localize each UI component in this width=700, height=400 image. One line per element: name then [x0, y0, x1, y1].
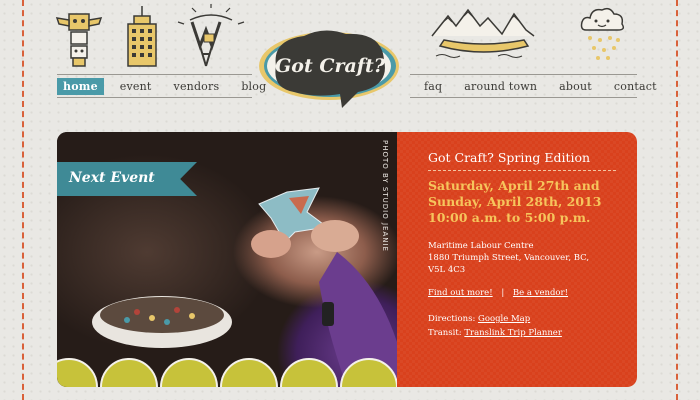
nav-rule-left-bottom — [57, 97, 252, 98]
nav-item-event[interactable]: event — [114, 78, 158, 95]
directions-label: Directions: — [428, 314, 476, 324]
venue-address-1: 1880 Triumph Street, Vancouver, BC, — [428, 253, 590, 263]
venue: Maritime Labour Centre 1880 Triumph Stre… — [428, 240, 628, 276]
stitch-border-left — [22, 0, 24, 400]
be-a-vendor-link[interactable]: Be a vendor! — [513, 288, 568, 298]
nav-left: home event vendors blog — [57, 76, 282, 96]
transit-label: Transit: — [428, 328, 462, 338]
event-title-divider — [428, 170, 616, 171]
event-time: 10:00 a.m. to 5:00 p.m. — [428, 210, 591, 225]
nav-rule-right-bottom — [410, 97, 637, 98]
nav-item-vendors[interactable]: vendors — [168, 78, 226, 95]
site-logo[interactable]: Got Craft? — [254, 22, 404, 112]
link-separator: | — [501, 288, 505, 298]
nav-item-home[interactable]: home — [57, 77, 104, 95]
photo-credit: PHOTO BY STUDIO JEANIE — [381, 140, 389, 252]
scallop-decoration — [57, 358, 397, 387]
cloud-rain-icon — [578, 6, 628, 66]
directions: Directions: Google Map Transit: Translin… — [428, 312, 562, 340]
event-dates: Saturday, April 27th and Sunday, April 2… — [428, 178, 628, 226]
nav-item-around-town[interactable]: around town — [458, 78, 543, 95]
totem-icon — [55, 6, 103, 72]
logo-text: Got Craft? — [275, 55, 386, 77]
nav-right: faq around town about contact — [418, 76, 673, 96]
building-icon — [122, 6, 162, 72]
hero-photo: PHOTO BY STUDIO JEANIE Next Event — [57, 132, 397, 387]
nav-item-about[interactable]: about — [553, 78, 598, 95]
event-links: Find out more! | Be a vendor! — [428, 288, 568, 298]
venue-address-2: V5L 4C3 — [428, 265, 466, 275]
nav-rule-right-top — [410, 74, 637, 75]
date-line-2: Sunday, April 28th, 2013 — [428, 194, 602, 209]
stitch-border-right — [676, 0, 678, 400]
google-map-link[interactable]: Google Map — [478, 314, 530, 324]
event-info-panel: Got Craft? Spring Edition Saturday, Apri… — [397, 132, 637, 387]
next-event-label: Next Event — [69, 170, 155, 186]
trip-planner-link[interactable]: Translink Trip Planner — [464, 328, 562, 338]
mountains-canoe-icon — [428, 6, 538, 66]
nav-item-faq[interactable]: faq — [418, 78, 448, 95]
find-out-more-link[interactable]: Find out more! — [428, 288, 493, 298]
hero-panel: PHOTO BY STUDIO JEANIE Next Event Got Cr… — [57, 132, 637, 387]
nav-rule-left-top — [57, 74, 252, 75]
event-title: Got Craft? Spring Edition — [428, 150, 591, 165]
date-line-1: Saturday, April 27th and — [428, 178, 600, 193]
venue-name: Maritime Labour Centre — [428, 241, 534, 251]
page: home event vendors blog faq around town … — [0, 0, 700, 400]
nav-item-contact[interactable]: contact — [608, 78, 663, 95]
tower-icon — [176, 4, 246, 72]
next-event-banner: Next Event — [57, 162, 197, 196]
